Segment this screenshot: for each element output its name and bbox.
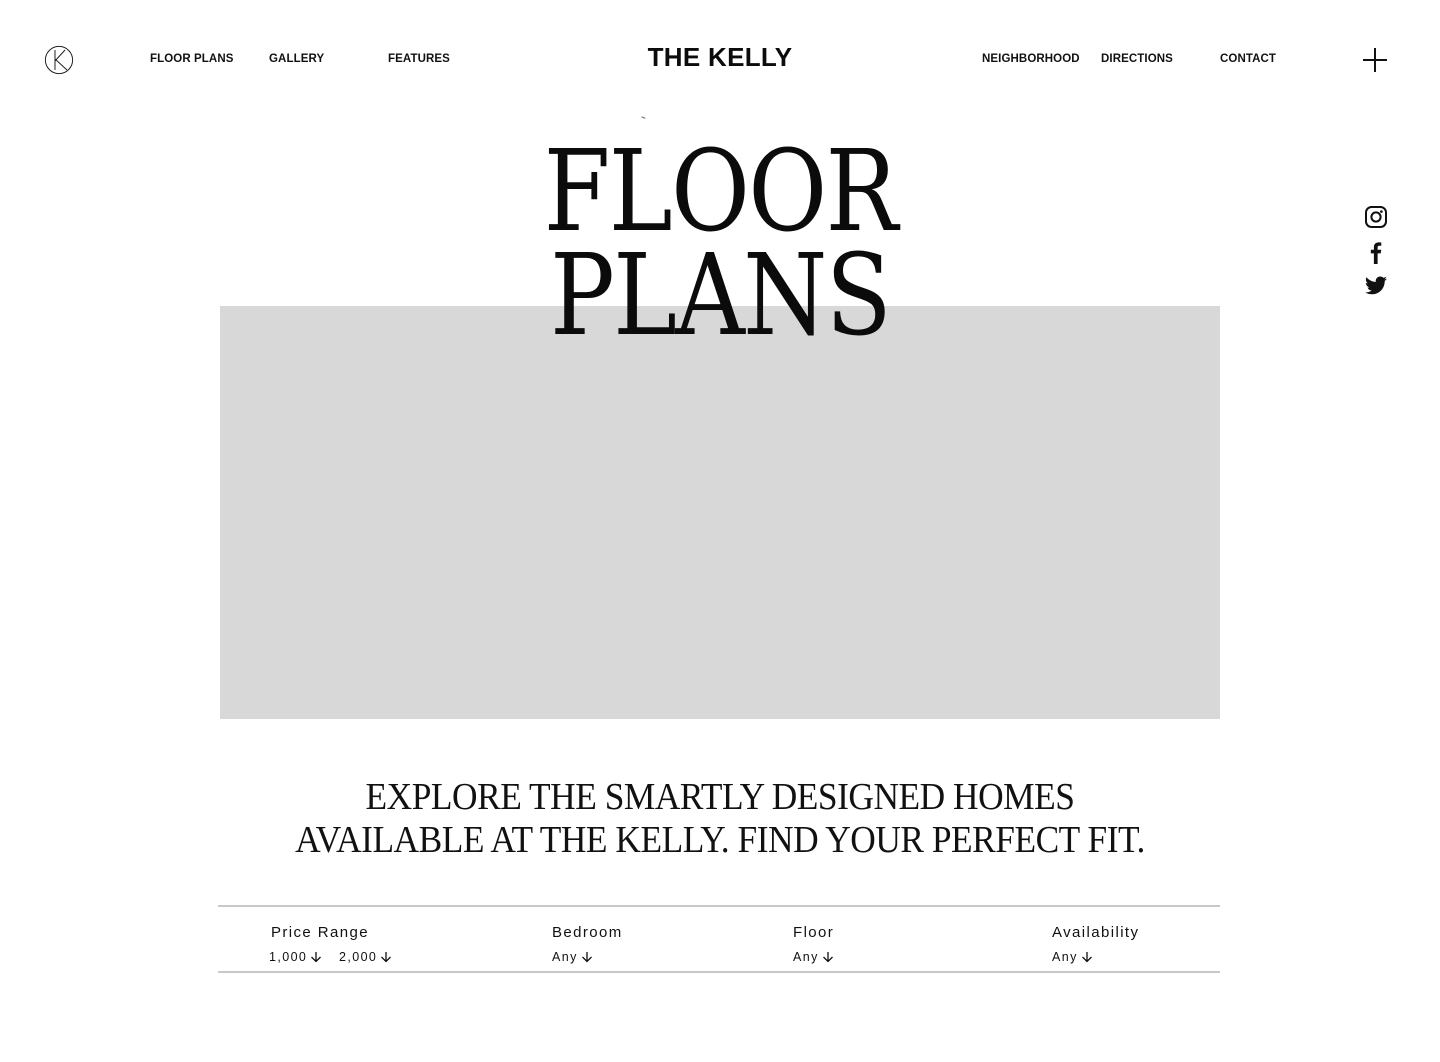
brand-title[interactable]: THE KELLY <box>648 42 793 72</box>
floor-value: Any <box>793 950 819 964</box>
price-max-value: 2,000 <box>339 950 378 964</box>
nav-contact[interactable]: CONTACT <box>1220 53 1276 65</box>
filter-floor-label: Floor <box>793 924 835 941</box>
floor-dropdown[interactable]: Any <box>793 950 834 964</box>
twitter-icon[interactable] <box>1364 274 1388 298</box>
menu-plus-icon[interactable] <box>1363 48 1387 72</box>
arrow-down-icon <box>1081 952 1092 963</box>
nav-features[interactable]: FEATURES <box>388 53 450 65</box>
arrow-down-icon <box>311 952 322 963</box>
availability-dropdown[interactable]: Any <box>1052 950 1093 964</box>
availability-value: Any <box>1052 950 1078 964</box>
nav-gallery[interactable]: GALLERY <box>269 53 324 65</box>
nav-directions[interactable]: DIRECTIONS <box>1101 53 1173 65</box>
page-title-line2: PLANS <box>550 231 892 361</box>
price-min-value: 1,000 <box>269 950 308 964</box>
facebook-icon[interactable] <box>1364 240 1388 264</box>
instagram-icon[interactable] <box>1364 205 1388 229</box>
arrow-down-icon <box>381 952 392 963</box>
price-min-dropdown[interactable]: 1,000 <box>269 950 322 964</box>
decorative-tick <box>640 116 646 121</box>
page-title: FLOOR PLANS <box>101 127 1339 361</box>
hero-image-placeholder <box>220 306 1220 719</box>
filter-availability-label: Availability <box>1052 924 1140 941</box>
intro-line2: AVAILABLE AT THE KELLY. FIND YOUR PERFEC… <box>295 819 1145 861</box>
bedroom-value: Any <box>552 950 578 964</box>
filter-bar: Price Range 1,000 2,000 Bedroom Any Floo… <box>218 905 1220 973</box>
price-max-dropdown[interactable]: 2,000 <box>339 950 392 964</box>
filter-price-label: Price Range <box>271 924 369 941</box>
intro-line1: EXPLORE THE SMARTLY DESIGNED HOMES <box>365 776 1075 818</box>
nav-neighborhood[interactable]: NEIGHBORHOOD <box>982 53 1080 65</box>
kelly-logo-icon[interactable] <box>44 45 74 75</box>
bedroom-dropdown[interactable]: Any <box>552 950 593 964</box>
arrow-down-icon <box>822 952 833 963</box>
nav-floor-plans[interactable]: FLOOR PLANS <box>150 53 234 65</box>
arrow-down-icon <box>581 952 592 963</box>
page: FLOOR PLANS GALLERY FEATURES THE KELLY N… <box>0 0 1440 1062</box>
intro-text: EXPLORE THE SMARTLY DESIGNED HOMES AVAIL… <box>50 776 1389 862</box>
page-title-line1: FLOOR <box>543 127 898 257</box>
filter-bedroom-label: Bedroom <box>552 924 623 941</box>
